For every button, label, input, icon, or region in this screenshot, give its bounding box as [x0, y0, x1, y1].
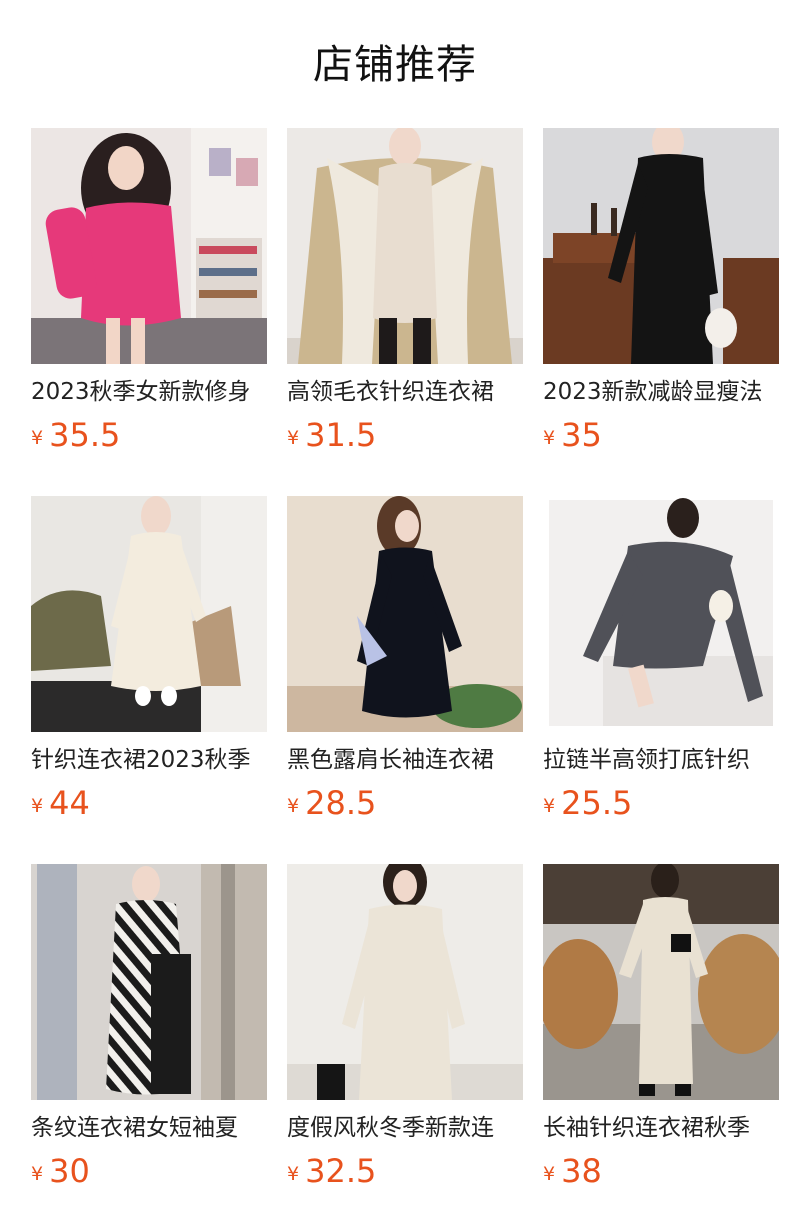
- price-amount: 38: [561, 1152, 602, 1190]
- currency-symbol: ¥: [31, 1163, 44, 1185]
- product-image[interactable]: [287, 128, 523, 364]
- product-image[interactable]: [543, 496, 779, 732]
- product-image[interactable]: [31, 864, 267, 1100]
- product-card[interactable]: 高领毛衣针织连衣裙 ¥31.5: [287, 128, 523, 472]
- product-image[interactable]: [287, 496, 523, 732]
- product-card[interactable]: 针织连衣裙2023秋季 ¥44: [31, 496, 267, 840]
- price-amount: 25.5: [561, 784, 633, 822]
- product-image[interactable]: [31, 496, 267, 732]
- product-title[interactable]: 度假风秋冬季新款连: [287, 1113, 523, 1143]
- product-title[interactable]: 拉链半高领打底针织: [543, 745, 779, 775]
- product-title[interactable]: 长袖针织连衣裙秋季: [543, 1113, 779, 1143]
- product-price: ¥44: [31, 783, 267, 823]
- product-card[interactable]: 2023秋季女新款修身 ¥35.5: [31, 128, 267, 472]
- product-card[interactable]: 2023新款减龄显瘦法 ¥35: [543, 128, 779, 472]
- currency-symbol: ¥: [287, 795, 300, 817]
- currency-symbol: ¥: [31, 427, 44, 449]
- price-amount: 35: [561, 416, 602, 454]
- product-card[interactable]: 拉链半高领打底针织 ¥25.5: [543, 496, 779, 840]
- price-amount: 28.5: [305, 784, 377, 822]
- product-price: ¥28.5: [287, 783, 523, 823]
- product-price: ¥32.5: [287, 1151, 523, 1191]
- product-image[interactable]: [543, 128, 779, 364]
- price-amount: 30: [49, 1152, 90, 1190]
- product-price: ¥30: [31, 1151, 267, 1191]
- product-title[interactable]: 针织连衣裙2023秋季: [31, 745, 267, 775]
- product-title[interactable]: 2023秋季女新款修身: [31, 377, 267, 407]
- product-grid: 2023秋季女新款修身 ¥35.5 高领毛衣针织连衣裙 ¥31.5 2023新款…: [31, 128, 779, 1208]
- currency-symbol: ¥: [543, 427, 556, 449]
- product-card[interactable]: 长袖针织连衣裙秋季 ¥38: [543, 864, 779, 1208]
- currency-symbol: ¥: [287, 1163, 300, 1185]
- currency-symbol: ¥: [31, 795, 44, 817]
- currency-symbol: ¥: [287, 427, 300, 449]
- product-image[interactable]: [287, 864, 523, 1100]
- product-title[interactable]: 条纹连衣裙女短袖夏: [31, 1113, 267, 1143]
- product-title[interactable]: 2023新款减龄显瘦法: [543, 377, 779, 407]
- price-amount: 32.5: [305, 1152, 377, 1190]
- product-price: ¥35.5: [31, 415, 267, 455]
- currency-symbol: ¥: [543, 795, 556, 817]
- currency-symbol: ¥: [543, 1163, 556, 1185]
- page-title: 店铺推荐: [313, 42, 477, 88]
- product-card[interactable]: 度假风秋冬季新款连 ¥32.5: [287, 864, 523, 1208]
- product-title[interactable]: 高领毛衣针织连衣裙: [287, 377, 523, 407]
- price-amount: 35.5: [49, 416, 121, 454]
- product-price: ¥31.5: [287, 415, 523, 455]
- product-title[interactable]: 黑色露肩长袖连衣裙: [287, 745, 523, 775]
- product-price: ¥35: [543, 415, 779, 455]
- price-amount: 44: [49, 784, 90, 822]
- product-image[interactable]: [543, 864, 779, 1100]
- price-amount: 31.5: [305, 416, 377, 454]
- product-image[interactable]: [31, 128, 267, 364]
- product-card[interactable]: 条纹连衣裙女短袖夏 ¥30: [31, 864, 267, 1208]
- product-price: ¥38: [543, 1151, 779, 1191]
- product-card[interactable]: 黑色露肩长袖连衣裙 ¥28.5: [287, 496, 523, 840]
- product-price: ¥25.5: [543, 783, 779, 823]
